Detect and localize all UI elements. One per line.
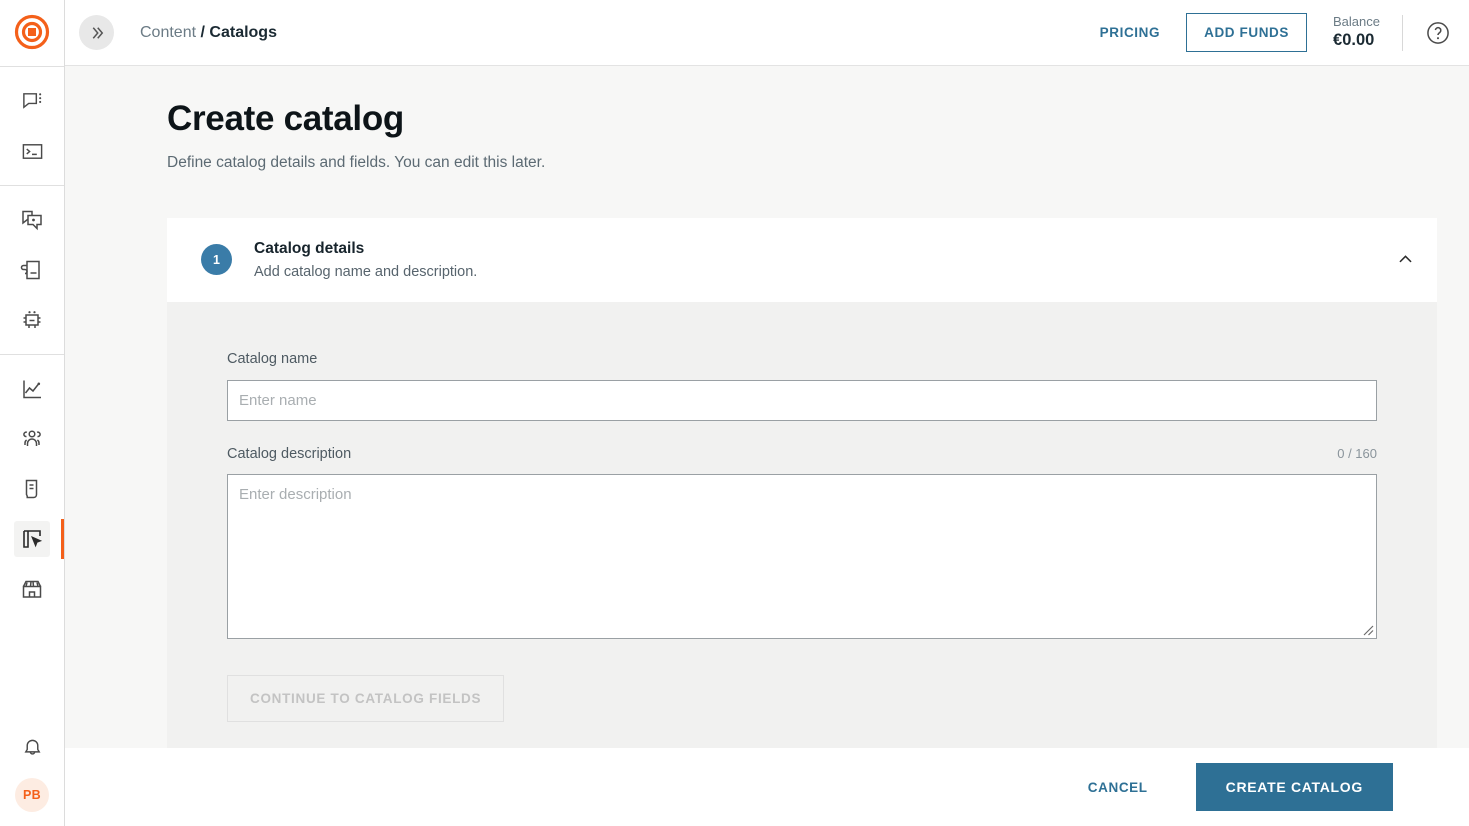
page-subtitle: Define catalog details and fields. You c… — [167, 154, 1437, 172]
character-counter: 0 / 160 — [1337, 446, 1377, 461]
storefront-icon — [20, 577, 44, 601]
sidebar-item-conversations[interactable] — [14, 202, 50, 238]
left-nav-rail: PB — [0, 0, 65, 826]
notifications-button[interactable] — [14, 730, 50, 766]
catalog-cursor-icon — [20, 527, 44, 551]
page-header-block: Create catalog Define catalog details an… — [65, 66, 1469, 172]
sidebar-item-console[interactable] — [14, 133, 50, 169]
step-badge: 1 — [201, 244, 232, 275]
breadcrumb: Content / Catalogs — [140, 24, 277, 42]
notification-bell-icon — [21, 737, 44, 760]
chevron-up-icon — [1396, 250, 1415, 269]
catalog-description-label: Catalog description — [227, 446, 351, 462]
help-button[interactable] — [1425, 20, 1451, 46]
help-circle-icon — [1425, 20, 1451, 46]
catalog-details-card: 1 Catalog details Add catalog name and d… — [167, 218, 1437, 749]
catalog-description-textarea[interactable] — [227, 474, 1377, 639]
sidebar-item-analytics[interactable] — [14, 371, 50, 407]
sidebar-item-library[interactable] — [14, 471, 50, 507]
copy-chat-icon — [20, 208, 44, 232]
field-gap — [227, 421, 1377, 446]
card-header-text: Catalog details Add catalog name and des… — [254, 240, 477, 280]
card-body: Catalog name Catalog description 0 / 160… — [167, 302, 1437, 749]
cancel-button[interactable]: CANCEL — [1074, 768, 1162, 807]
collapse-card-button[interactable] — [1396, 250, 1415, 269]
rail-group-1 — [0, 67, 64, 185]
rail-group-2 — [0, 186, 64, 354]
brand-logo[interactable] — [12, 12, 52, 52]
analytics-line-chart-icon — [20, 377, 44, 401]
catalog-description-label-row: Catalog description 0 / 160 — [227, 446, 1377, 462]
sidebar-item-publishing[interactable] — [14, 252, 50, 288]
card-title: Catalog details — [254, 240, 477, 258]
expand-sidebar-button[interactable] — [79, 15, 114, 50]
breadcrumb-parent[interactable]: Content — [140, 24, 196, 41]
catalog-description-wrapper — [227, 474, 1377, 639]
header-divider — [1402, 15, 1403, 51]
balance-display: Balance €0.00 — [1333, 14, 1380, 51]
create-catalog-button[interactable]: CREATE CATALOG — [1196, 763, 1393, 811]
book-icon — [20, 477, 44, 501]
add-funds-button[interactable]: ADD FUNDS — [1186, 13, 1307, 52]
main-region: Content / Catalogs PRICING ADD FUNDS Bal… — [65, 0, 1469, 826]
sidebar-item-bots[interactable] — [14, 302, 50, 338]
page-content: Create catalog Define catalog details an… — [65, 66, 1469, 748]
chevron-double-right-icon — [88, 24, 106, 42]
page-title: Create catalog — [167, 100, 1437, 139]
pricing-link[interactable]: PRICING — [1090, 19, 1170, 46]
balance-label: Balance — [1333, 14, 1380, 30]
breadcrumb-separator: / — [201, 24, 205, 41]
target-logo-icon — [14, 14, 50, 50]
sidebar-item-catalogs[interactable] — [14, 521, 50, 557]
avatar[interactable]: PB — [15, 778, 49, 812]
catalog-name-label: Catalog name — [227, 351, 317, 367]
chat-dots-icon — [21, 90, 44, 113]
sidebar-item-chat[interactable] — [14, 83, 50, 119]
people-group-icon — [20, 427, 44, 451]
breadcrumb-current: Catalogs — [209, 24, 277, 41]
balance-value: €0.00 — [1333, 30, 1380, 51]
app-root: PB Content / Catalogs PRICING ADD FUNDS … — [0, 0, 1469, 826]
rail-group-3 — [0, 355, 64, 623]
continue-to-catalog-fields-button[interactable]: CONTINUE TO CATALOG FIELDS — [227, 675, 504, 722]
card-header[interactable]: 1 Catalog details Add catalog name and d… — [167, 218, 1437, 302]
top-header-bar: Content / Catalogs PRICING ADD FUNDS Bal… — [65, 0, 1469, 66]
robot-icon — [20, 308, 44, 332]
form-footer-bar: CANCEL CREATE CATALOG — [65, 748, 1469, 826]
terminal-icon — [21, 140, 44, 163]
card-description: Add catalog name and description. — [254, 264, 477, 280]
printer-icon — [20, 258, 44, 282]
sidebar-item-audience[interactable] — [14, 421, 50, 457]
catalog-name-input[interactable] — [227, 380, 1377, 421]
sidebar-item-store[interactable] — [14, 571, 50, 607]
